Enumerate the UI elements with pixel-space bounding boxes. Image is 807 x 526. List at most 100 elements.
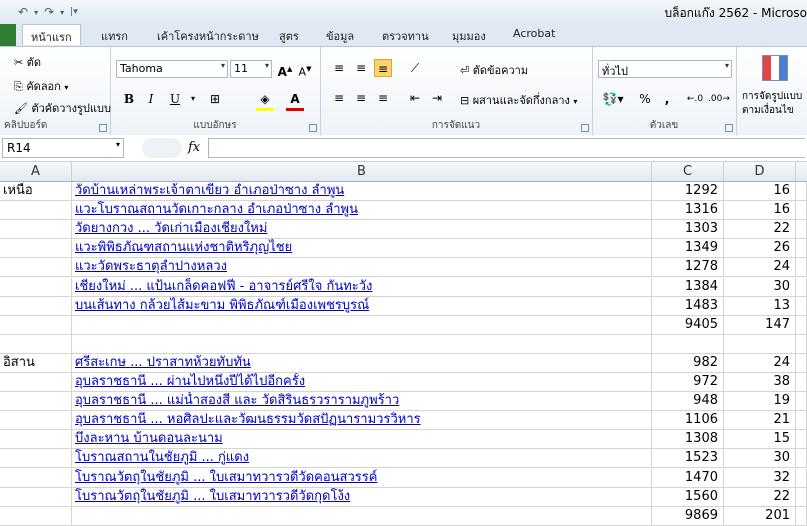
comma-button[interactable]: ,: [658, 90, 676, 108]
conditional-formatting-icon[interactable]: [762, 55, 788, 81]
align-middle-icon[interactable]: ≡: [352, 59, 370, 77]
wrap-text-button[interactable]: ⏎ ตัดข้อความ: [460, 61, 528, 79]
cell-c-value[interactable]: 9869: [652, 506, 724, 526]
redo-dropdown-icon[interactable]: ▾: [60, 8, 64, 17]
cell-a[interactable]: อิสาน: [0, 353, 72, 373]
cell-b-link[interactable]: อุบลราชธานี ... ผ่านไปหนึ่งปีได้ไปอีกครั…: [72, 373, 652, 392]
cell-d-value[interactable]: 38: [724, 373, 796, 392]
cell-a[interactable]: [0, 411, 72, 431]
cell-a[interactable]: [0, 392, 72, 412]
cell-a[interactable]: [0, 373, 72, 392]
cell-a[interactable]: [0, 239, 72, 259]
cell-c-value[interactable]: 982: [652, 353, 724, 373]
cell-e[interactable]: [796, 239, 807, 259]
cell-c-value[interactable]: 1316: [652, 201, 724, 221]
font-color-icon[interactable]: A: [286, 90, 304, 111]
decrease-indent-icon[interactable]: ⇤: [406, 89, 424, 107]
cell-c-value[interactable]: 1106: [652, 411, 724, 431]
cell-d-value[interactable]: 13: [724, 296, 796, 316]
align-right-icon[interactable]: ≡: [374, 89, 392, 107]
font-size-select[interactable]: 11 ▾: [230, 60, 272, 78]
cell-b-link[interactable]: แวะพิพิธภัณฑสถานแห่งชาติหริภุญไชย: [72, 239, 652, 259]
column-header-c[interactable]: C: [652, 162, 724, 182]
cell-d-value[interactable]: 32: [724, 468, 796, 488]
cell-b-link[interactable]: วัดบ้านเหล่าพระเจ้าตาเขียว อำเภอป่าซาง ล…: [72, 182, 652, 201]
align-left-icon[interactable]: ≡: [330, 89, 348, 107]
undo-dropdown-icon[interactable]: ▾: [34, 8, 38, 17]
cell-a[interactable]: [0, 506, 72, 526]
cell-a[interactable]: [0, 430, 72, 450]
cell-d-value[interactable]: 30: [724, 449, 796, 469]
column-header-e[interactable]: [796, 162, 807, 182]
tab-review[interactable]: ตรวจทาน: [382, 27, 429, 45]
cell-b-link[interactable]: [72, 334, 652, 354]
copy-button[interactable]: ⎘ คัดลอก ▾: [14, 77, 68, 95]
bold-icon[interactable]: B: [120, 90, 138, 108]
cell-b-link[interactable]: โบราณวัตถุในชัยภูมิ ... ใบเสมาทวารวดีวัด…: [72, 468, 652, 488]
cell-c-value[interactable]: 972: [652, 373, 724, 392]
cell-e[interactable]: [796, 392, 807, 412]
cell-d-value[interactable]: 201: [724, 506, 796, 526]
cell-d-value[interactable]: 24: [724, 353, 796, 373]
grow-font-icon[interactable]: A▲: [276, 60, 294, 79]
cell-d-value[interactable]: 24: [724, 258, 796, 278]
file-tab[interactable]: [0, 24, 16, 46]
name-box[interactable]: R14 ▾: [2, 138, 124, 158]
cell-c-value[interactable]: 1303: [652, 220, 724, 240]
cell-b-link[interactable]: [72, 315, 652, 335]
cell-b-link[interactable]: แวะวัดพระธาตุลำปางหลวง: [72, 258, 652, 278]
cell-b-link[interactable]: โบราณวัตถุในชัยภูมิ ... ใบเสมาทวารวดีวัด…: [72, 487, 652, 507]
borders-icon[interactable]: ⊞: [206, 90, 224, 108]
tab-view[interactable]: มุมมอง: [452, 27, 486, 45]
insert-function-icon[interactable]: fx: [188, 140, 200, 155]
italic-icon[interactable]: I: [142, 90, 160, 108]
cell-c-value[interactable]: [652, 334, 724, 354]
number-launcher-icon[interactable]: [725, 124, 733, 132]
cell-e[interactable]: [796, 334, 807, 354]
cell-a[interactable]: [0, 277, 72, 297]
cell-d-value[interactable]: 22: [724, 220, 796, 240]
cell-b-link[interactable]: บึงละหาน บ้านดอนละนาม: [72, 430, 652, 450]
cell-d-value[interactable]: 15: [724, 430, 796, 450]
cell-d-value[interactable]: [724, 334, 796, 354]
tab-home[interactable]: หน้าแรก: [22, 24, 81, 45]
number-format-select[interactable]: ทั่วไป ▾: [598, 60, 732, 78]
cell-d-value[interactable]: 21: [724, 411, 796, 431]
customize-qat-icon[interactable]: |▾: [70, 7, 78, 17]
cell-a[interactable]: เหนือ: [0, 182, 72, 201]
cell-a[interactable]: [0, 201, 72, 221]
cell-c-value[interactable]: 1292: [652, 182, 724, 201]
cell-e[interactable]: [796, 373, 807, 392]
clipboard-launcher-icon[interactable]: [99, 124, 107, 132]
cell-c-value[interactable]: 1470: [652, 468, 724, 488]
fill-color-icon[interactable]: ◈: [256, 90, 274, 111]
cell-b-link[interactable]: อุบลราชธานี ... แม่น้ำสองสี และ วัดสิริน…: [72, 392, 652, 412]
cell-e[interactable]: [796, 506, 807, 526]
cell-b-link[interactable]: บนเส้นทาง กล้วยไส้มะขาม พิพิธภัณฑ์เมืองเ…: [72, 296, 652, 316]
cell-d-value[interactable]: 19: [724, 392, 796, 412]
cell-e[interactable]: [796, 487, 807, 507]
cell-c-value[interactable]: 1308: [652, 430, 724, 450]
decrease-decimal-icon[interactable]: .00→: [708, 90, 730, 108]
cell-c-value[interactable]: 9405: [652, 315, 724, 335]
alignment-launcher-icon[interactable]: [581, 124, 589, 132]
cell-e[interactable]: [796, 353, 807, 373]
underline-icon[interactable]: U: [166, 90, 184, 108]
cell-d-value[interactable]: 26: [724, 239, 796, 259]
cut-button[interactable]: ✂ ตัด: [14, 53, 41, 71]
align-bottom-icon[interactable]: ≡: [374, 59, 392, 77]
column-header-a[interactable]: A: [0, 162, 72, 182]
tab-page-layout[interactable]: เค้าโครงหน้ากระดาษ: [157, 27, 259, 45]
cell-e[interactable]: [796, 449, 807, 469]
cell-a[interactable]: [0, 315, 72, 335]
cell-c-value[interactable]: 1349: [652, 239, 724, 259]
cell-c-value[interactable]: 1384: [652, 277, 724, 297]
cell-e[interactable]: [796, 277, 807, 297]
underline-dropdown-icon[interactable]: ▾: [184, 90, 202, 108]
cell-b-link[interactable]: [72, 506, 652, 526]
cell-c-value[interactable]: 1278: [652, 258, 724, 278]
cell-c-value[interactable]: 1523: [652, 449, 724, 469]
cell-e[interactable]: [796, 182, 807, 201]
cell-a[interactable]: [0, 449, 72, 469]
cell-b-link[interactable]: อุบลราชธานี ... หอศิลปะและวัฒนธรรมวัดสปั…: [72, 411, 652, 431]
